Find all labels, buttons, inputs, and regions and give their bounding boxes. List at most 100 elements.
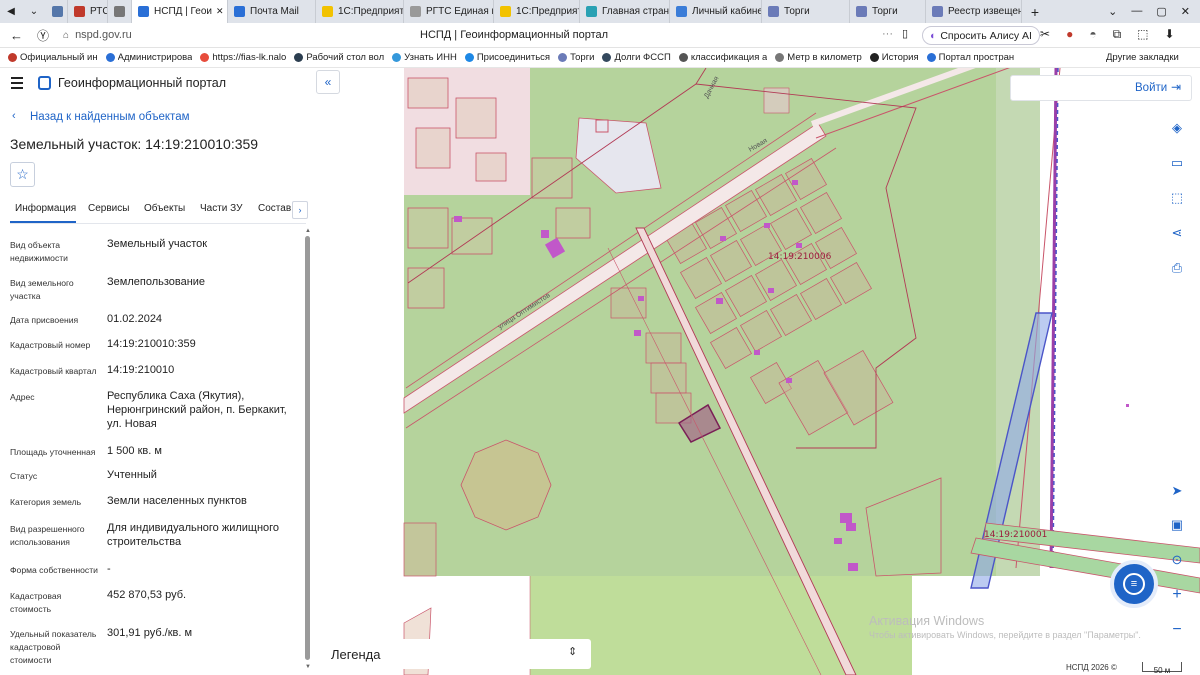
tab-parts[interactable]: Части ЗУ: [200, 203, 242, 214]
hamburger-menu-icon[interactable]: [11, 77, 23, 89]
locate-button[interactable]: ➤: [1166, 480, 1188, 502]
browser-logo-icon[interactable]: Ⓨ: [37, 27, 49, 44]
browser-tab-strip: ◀ ⌄ РТС НСПД | Геои ✕ Почта Mail 1С:Предприя…: [0, 0, 1200, 23]
panel-scrollbar[interactable]: ▲ ▼: [303, 228, 311, 674]
browser-tab[interactable]: РГТС Единая гео: [404, 0, 494, 23]
select-area-button[interactable]: ⬚: [1166, 187, 1188, 209]
legend-panel[interactable]: Легенда ⇕: [320, 639, 591, 669]
downloads-icon[interactable]: ⬇: [1164, 27, 1174, 42]
back-to-results-link[interactable]: Назад к найденным объектам: [30, 111, 190, 123]
tab-favicon-icon: [234, 6, 245, 17]
bookmark-icon: [869, 53, 879, 62]
back-arrow-icon[interactable]: ‹: [12, 110, 16, 122]
bookmark-item[interactable]: классификация а: [678, 52, 767, 63]
bookmark-icon: [8, 53, 17, 62]
portal-title[interactable]: Геоинформационный портал: [58, 76, 226, 90]
tab-information[interactable]: Информация: [15, 203, 76, 214]
browser-tab[interactable]: Торги: [850, 0, 926, 23]
tab-list-icon[interactable]: ⌄: [22, 6, 46, 17]
browser-tab[interactable]: [108, 0, 132, 23]
print-button[interactable]: ⎙: [1166, 257, 1188, 279]
login-button[interactable]: Войти: [1135, 82, 1167, 94]
bookmark-item[interactable]: https://fias-lk.nalo: [200, 52, 286, 63]
bookmark-icon: [392, 53, 402, 62]
browser-tab[interactable]: РТС: [68, 0, 108, 23]
browser-tab[interactable]: НСПД | Геои ✕: [132, 0, 228, 23]
tab-favicon-icon: [500, 6, 511, 17]
object-title: Земельный участок: 14:19:210010:359: [10, 136, 259, 152]
info-value: Земельный участок: [107, 238, 208, 250]
ask-alice-button[interactable]: ◐ Спросить Алису AI: [922, 26, 1040, 45]
info-label: Форма собственности: [10, 565, 98, 575]
bookmark-item[interactable]: Долги ФССП: [602, 52, 671, 63]
browser-tab[interactable]: Почта Mail: [228, 0, 316, 23]
bookmark-item[interactable]: Метр в километр: [775, 52, 862, 63]
tab-label: РТС: [90, 6, 108, 17]
map-container[interactable]: 14:19:210006 14:19:210001 улица Оптимист…: [316, 68, 1200, 675]
bookmark-label: Узнать ИНН: [404, 52, 457, 63]
minimize-icon[interactable]: —: [1131, 5, 1142, 18]
browser-tab[interactable]: 1С:Предприяти: [316, 0, 404, 23]
extension-icon-1[interactable]: ✂: [1040, 27, 1050, 42]
alice-icon: ◐: [930, 29, 937, 42]
share-button[interactable]: ⋖: [1166, 222, 1188, 244]
bookmark-item[interactable]: Рабочий стол вол: [294, 52, 384, 63]
browser-tab[interactable]: Главная страниц: [580, 0, 670, 23]
browser-tab[interactable]: Реестр извещен: [926, 0, 1022, 23]
tab-services[interactable]: Сервисы: [88, 203, 129, 214]
info-value: Республика Саха (Якутия), Нерюнгринский …: [107, 390, 287, 430]
bookmark-item[interactable]: Торги: [558, 52, 594, 63]
chat-button[interactable]: ≡: [1110, 560, 1158, 608]
zoom-out-button[interactable]: −: [1166, 619, 1188, 641]
bookmark-icon: [926, 53, 936, 62]
minimap-button[interactable]: ▣: [1166, 514, 1188, 536]
collapse-panel-button[interactable]: «: [316, 70, 340, 94]
search-map-button[interactable]: ⊙: [1166, 549, 1188, 571]
map-canvas[interactable]: [316, 68, 1200, 675]
more-icon[interactable]: ···: [882, 28, 893, 40]
new-tab-button[interactable]: +: [1026, 4, 1044, 20]
tab-favicon-icon: [138, 6, 149, 17]
extension-icon-4[interactable]: ⬚: [1137, 27, 1148, 42]
bookmark-item[interactable]: Администрирова: [105, 52, 193, 63]
extension-icon-3[interactable]: ◓: [1089, 27, 1096, 42]
legend-toggle-icon[interactable]: ⇕: [568, 645, 577, 658]
bookmark-item[interactable]: Портал простран: [926, 52, 1014, 63]
extensions-icon[interactable]: ⧉: [1113, 27, 1122, 42]
bookmark-item[interactable]: Присоединиться: [464, 52, 550, 63]
scrollbar-thumb[interactable]: [305, 236, 310, 660]
browser-tab[interactable]: Личный кабинет: [670, 0, 762, 23]
layers-button[interactable]: ◈: [1166, 117, 1188, 139]
tabs-menu-icon[interactable]: ⌄: [1108, 5, 1117, 18]
star-icon: ☆: [16, 166, 29, 182]
tabs-scroll-right-button[interactable]: ›: [292, 201, 308, 219]
bookmark-label: Администрирова: [117, 52, 193, 63]
sidebar-toggle-icon[interactable]: ◀: [0, 6, 22, 17]
bookmark-item[interactable]: История: [869, 52, 919, 63]
browser-tab[interactable]: Торги: [762, 0, 850, 23]
url-text[interactable]: nspd.gov.ru: [75, 29, 132, 41]
close-tab-icon[interactable]: ✕: [216, 6, 224, 17]
login-icon: ⇥: [1171, 80, 1182, 94]
other-bookmarks[interactable]: Другие закладки: [1106, 52, 1179, 63]
close-window-icon[interactable]: ✕: [1181, 5, 1190, 18]
bookmark-item[interactable]: Узнать ИНН: [392, 52, 457, 63]
browser-tab[interactable]: 1С:Предприяти: [494, 0, 580, 23]
tab-composition[interactable]: Состав: [258, 203, 291, 214]
back-icon[interactable]: ←: [10, 28, 23, 43]
browser-tab[interactable]: [46, 0, 68, 23]
ruler-button[interactable]: ▭: [1166, 152, 1188, 174]
bookmark-item[interactable]: Официальный ин: [8, 52, 98, 63]
tab-objects[interactable]: Объекты: [144, 203, 185, 214]
favorite-button[interactable]: ☆: [10, 162, 35, 187]
maximize-icon[interactable]: ▢: [1156, 5, 1166, 18]
login-bar[interactable]: Войти ⇥: [1010, 75, 1192, 101]
extension-icon-2[interactable]: ●: [1066, 27, 1073, 42]
zoom-in-button[interactable]: +: [1166, 584, 1188, 606]
bookmark-star-icon[interactable]: ▯: [902, 27, 908, 40]
map-attribution: НСПД 2026 ©: [1066, 663, 1117, 672]
tab-label: Реестр извещен: [948, 6, 1022, 17]
bookmark-icon: [105, 53, 115, 62]
info-value: Учтенный: [107, 469, 157, 481]
tab-favicon-icon: [52, 6, 63, 17]
